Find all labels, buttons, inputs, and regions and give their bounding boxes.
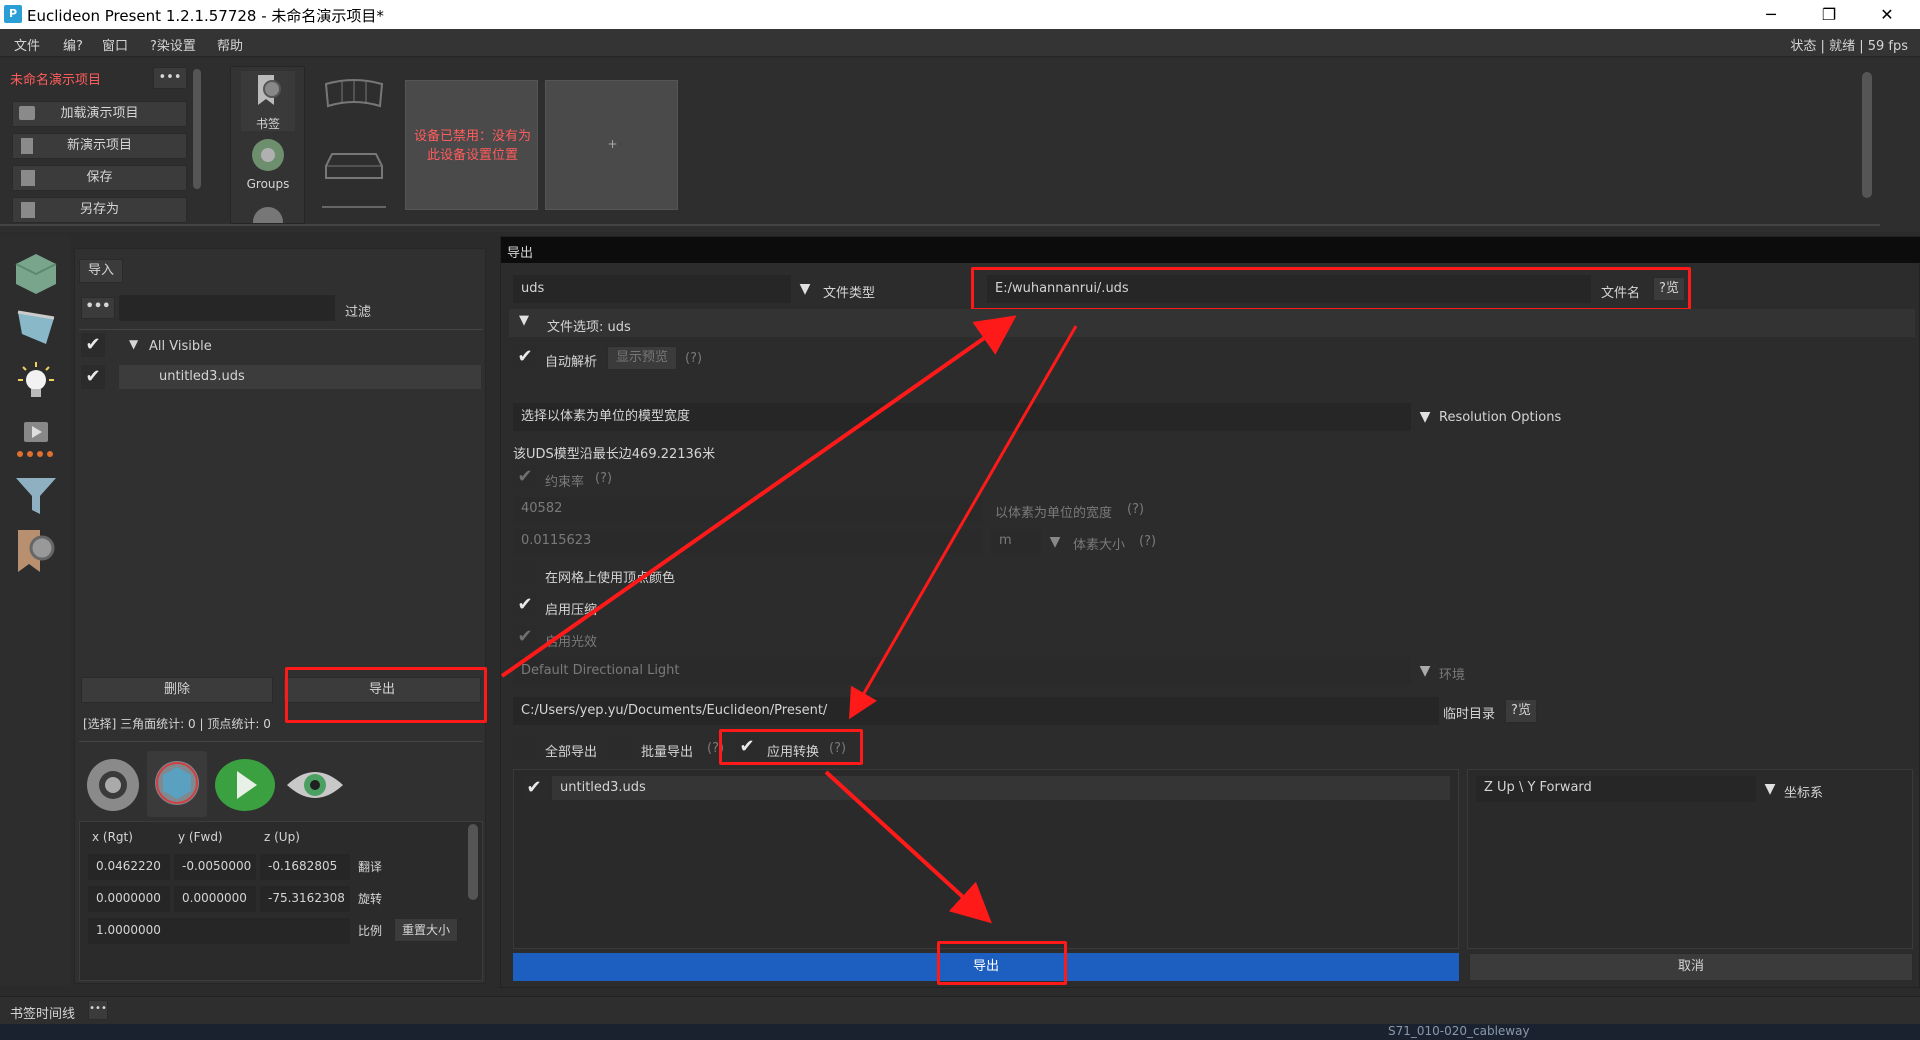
taskbar-item[interactable]: S71_010-020_cableway <box>1388 1024 1530 1038</box>
arrow-to-export-button <box>824 770 992 924</box>
arrow-to-apply-transform <box>849 325 1078 720</box>
timeline-more-button[interactable]: ••• <box>88 1000 108 1020</box>
taskbar: S71_010-020_cableway <box>0 1024 1920 1040</box>
timeline-label: 书签时间线 <box>10 1007 76 1022</box>
bookmark-timeline-bar: 书签时间线 ••• <box>0 996 1920 1024</box>
arrow-to-filename <box>500 315 1017 678</box>
annotation-arrows <box>500 315 1078 924</box>
